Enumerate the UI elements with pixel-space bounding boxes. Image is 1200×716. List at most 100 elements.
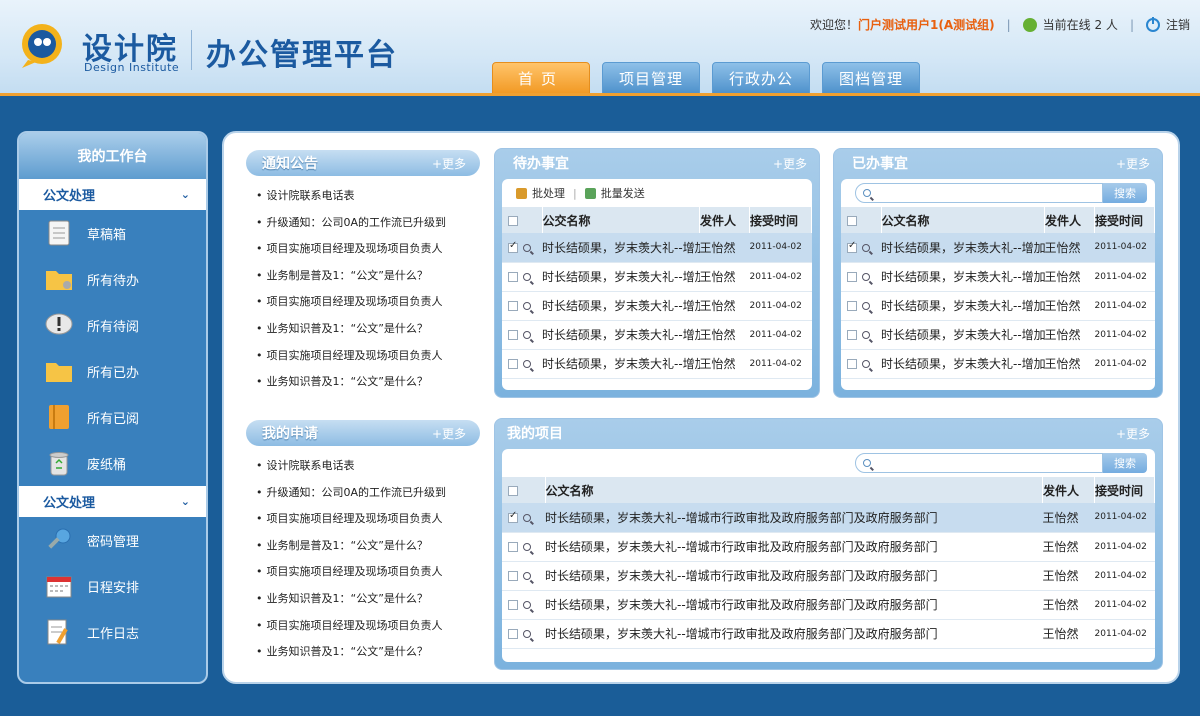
list-item[interactable]: 项目实施项目经理及现场项目负责人 (256, 236, 446, 263)
doc-name[interactable]: 时长结硕果，岁末羡大礼--增加 (542, 349, 700, 379)
search-icon[interactable] (862, 331, 870, 339)
row-checkbox[interactable] (847, 272, 857, 282)
table-row[interactable]: 时长结硕果，岁末羡大礼--增加王怡然2011-04-02 (841, 233, 1155, 263)
list-item[interactable]: 项目实施项目经理及现场项目负责人 (256, 613, 446, 640)
logout-link[interactable]: 注销 (1166, 16, 1190, 33)
sidebar-item-all-read[interactable]: 所有已阅 (19, 394, 206, 440)
row-checkbox[interactable] (508, 600, 518, 610)
row-checkbox[interactable] (508, 629, 518, 639)
sidebar-item-worklog[interactable]: 工作日志 (19, 609, 206, 655)
row-checkbox[interactable] (508, 542, 518, 552)
projects-more-link[interactable]: +更多 (1116, 425, 1150, 442)
doc-name[interactable]: 时长结硕果，岁末羡大礼--增加 (542, 233, 700, 263)
sidebar-item-schedule[interactable]: 日程安排 (19, 563, 206, 609)
projects-search-input[interactable] (855, 453, 1103, 473)
table-row[interactable]: 时长结硕果，岁末羡大礼--增加王怡然2011-04-02 (502, 262, 812, 292)
doc-name[interactable]: 时长结硕果，岁末羡大礼--增加 (881, 233, 1045, 263)
list-item[interactable]: 业务知识普及1：“公文”是什么？ (256, 369, 446, 396)
select-all-checkbox[interactable] (508, 215, 518, 226)
table-row[interactable]: 时长结硕果，岁末羡大礼--增加王怡然2011-04-02 (841, 320, 1155, 350)
tab-home[interactable]: 首页 (492, 62, 590, 94)
table-row[interactable]: 时长结硕果，岁末羡大礼--增城市行政审批及政府服务部门及政府服务部门王怡然201… (502, 561, 1155, 591)
search-icon[interactable] (523, 302, 531, 310)
table-row[interactable]: 时长结硕果，岁末羡大礼--增城市行政审批及政府服务部门及政府服务部门王怡然201… (502, 532, 1155, 562)
table-row[interactable]: 时长结硕果，岁末羡大礼--增加王怡然2011-04-02 (502, 349, 812, 379)
table-row[interactable]: 时长结硕果，岁末羡大礼--增加王怡然2011-04-02 (841, 349, 1155, 379)
search-icon[interactable] (523, 243, 531, 252)
tab-admin[interactable]: 行政办公 (712, 62, 810, 94)
projects-search-button[interactable]: 搜索 (1103, 453, 1147, 473)
power-icon[interactable] (1145, 16, 1160, 32)
row-checkbox[interactable] (847, 240, 857, 253)
list-item[interactable]: 升级通知：公司0A的工作流已升级到 (256, 480, 447, 507)
search-icon[interactable] (523, 513, 531, 522)
table-row[interactable]: 时长结硕果，岁末羡大礼--增城市行政审批及政府服务部门及政府服务部门王怡然201… (502, 590, 1155, 620)
doc-name[interactable]: 时长结硕果，岁末羡大礼--增城市行政审批及政府服务部门及政府服务部门 (545, 532, 1043, 562)
search-icon[interactable] (523, 572, 531, 580)
doc-name[interactable]: 时长结硕果，岁末羡大礼--增加 (881, 349, 1045, 379)
sidebar-item-password[interactable]: 密码管理 (19, 517, 206, 563)
search-icon[interactable] (862, 360, 870, 368)
row-checkbox[interactable] (508, 272, 518, 282)
row-checkbox[interactable] (508, 330, 518, 340)
list-item[interactable]: 项目实施项目经理及现场项目负责人 (256, 343, 446, 370)
sidebar-item-all-todo[interactable]: 所有待办 (19, 256, 206, 302)
list-item[interactable]: 业务制是普及1：“公文”是什么？ (256, 533, 446, 560)
table-row[interactable]: 时长结硕果，岁末羡大礼--增加王怡然2011-04-02 (502, 291, 812, 321)
list-item[interactable]: 业务知识普及1：“公文”是什么？ (256, 586, 446, 613)
chevron-down-icon[interactable]: ⌄ (181, 188, 190, 201)
search-icon[interactable] (862, 273, 870, 281)
search-icon[interactable] (523, 630, 531, 638)
row-checkbox[interactable] (847, 359, 857, 369)
todo-more-link[interactable]: +更多 (773, 155, 807, 172)
doc-name[interactable]: 时长结硕果，岁末羡大礼--增加 (881, 320, 1045, 350)
notices-more-link[interactable]: +更多 (432, 155, 466, 172)
search-icon[interactable] (523, 331, 531, 339)
list-item[interactable]: 升级通知：公司0A的工作流已升级到 (256, 210, 447, 237)
tab-projects[interactable]: 项目管理 (602, 62, 700, 94)
select-all-checkbox[interactable] (847, 215, 857, 226)
row-checkbox[interactable] (508, 301, 518, 311)
chevron-down-icon[interactable]: ⌄ (181, 495, 190, 508)
sidebar-item-all-done[interactable]: 所有已办 (19, 348, 206, 394)
table-row[interactable]: 时长结硕果，岁末羡大礼--增城市行政审批及政府服务部门及政府服务部门王怡然201… (502, 503, 1155, 533)
doc-name[interactable]: 时长结硕果，岁末羡大礼--增加 (542, 291, 700, 321)
sidebar-item-drafts[interactable]: 草稿箱 (19, 210, 206, 256)
tab-drawings[interactable]: 图档管理 (822, 62, 920, 94)
online-count[interactable]: 当前在线 2 人 (1043, 16, 1118, 33)
table-row[interactable]: 时长结硕果，岁末羡大礼--增加王怡然2011-04-02 (841, 291, 1155, 321)
doc-name[interactable]: 时长结硕果，岁末羡大礼--增加 (881, 262, 1045, 292)
user-name[interactable]: 门户测试用户1(A测试组) (858, 16, 995, 33)
done-more-link[interactable]: +更多 (1116, 155, 1150, 172)
search-icon[interactable] (862, 302, 870, 310)
row-checkbox[interactable] (847, 330, 857, 340)
doc-name[interactable]: 时长结硕果，岁末羡大礼--增城市行政审批及政府服务部门及政府服务部门 (545, 561, 1043, 591)
list-item[interactable]: 项目实施项目经理及现场项目负责人 (256, 289, 446, 316)
doc-name[interactable]: 时长结硕果，岁末羡大礼--增城市行政审批及政府服务部门及政府服务部门 (545, 619, 1043, 649)
doc-name[interactable]: 时长结硕果，岁末羡大礼--增加 (542, 320, 700, 350)
list-item[interactable]: 业务知识普及1：“公文”是什么？ (256, 639, 446, 666)
search-icon[interactable] (523, 273, 531, 281)
doc-name[interactable]: 时长结硕果，岁末羡大礼--增加 (542, 262, 700, 292)
row-checkbox[interactable] (508, 510, 518, 523)
list-item[interactable]: 业务知识普及1：“公文”是什么？ (256, 316, 446, 343)
table-row[interactable]: 时长结硕果，岁末羡大礼--增加王怡然2011-04-02 (841, 262, 1155, 292)
sidebar-section-header[interactable]: 公文处理 ⌄ (19, 486, 206, 517)
sidebar-item-trash[interactable]: 废纸桶 (19, 440, 206, 486)
row-checkbox[interactable] (847, 301, 857, 311)
list-item[interactable]: 项目实施项目经理及现场项目负责人 (256, 506, 446, 533)
list-item[interactable]: 业务制是普及1：“公文”是什么？ (256, 263, 446, 290)
table-row[interactable]: 时长结硕果，岁末羡大礼--增加王怡然2011-04-02 (502, 233, 812, 263)
sidebar-item-all-toread[interactable]: 所有待阅 (19, 302, 206, 348)
list-item[interactable]: 项目实施项目经理及现场项目负责人 (256, 559, 446, 586)
batch-send-button[interactable]: 批量发送 (601, 185, 645, 201)
done-search-input[interactable] (855, 183, 1103, 203)
applications-more-link[interactable]: +更多 (432, 425, 466, 442)
done-search-button[interactable]: 搜索 (1103, 183, 1147, 203)
search-icon[interactable] (523, 360, 531, 368)
table-row[interactable]: 时长结硕果，岁末羡大礼--增城市行政审批及政府服务部门及政府服务部门王怡然201… (502, 619, 1155, 649)
row-checkbox[interactable] (508, 571, 518, 581)
batch-process-button[interactable]: 批处理 (532, 185, 565, 201)
list-item[interactable]: 设计院联系电话表 (256, 183, 446, 210)
doc-name[interactable]: 时长结硕果，岁末羡大礼--增城市行政审批及政府服务部门及政府服务部门 (545, 590, 1043, 620)
